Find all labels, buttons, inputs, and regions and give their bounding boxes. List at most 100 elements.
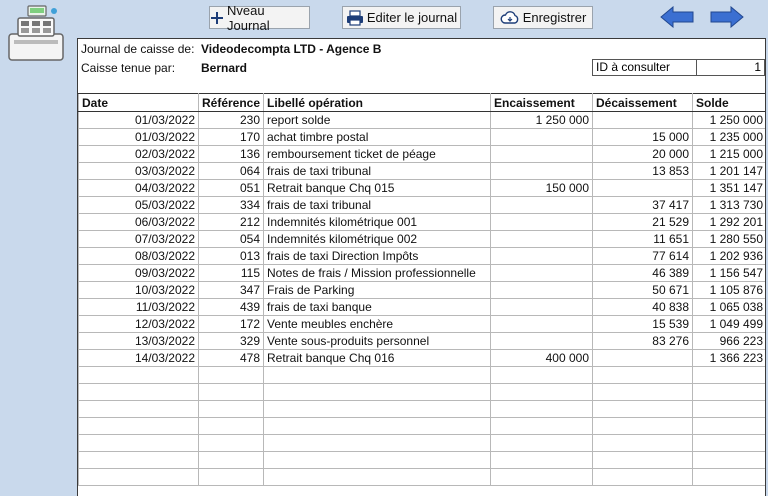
date-cell[interactable]: 06/03/2022 [78, 213, 199, 231]
date-cell[interactable]: 05/03/2022 [78, 196, 199, 214]
receipt-cell[interactable] [490, 298, 593, 316]
balance-cell[interactable]: 966 223 [692, 332, 765, 350]
date-cell[interactable] [78, 451, 199, 469]
reference-cell[interactable]: 013 [198, 247, 264, 265]
disbursement-cell[interactable] [592, 400, 693, 418]
receipt-cell[interactable] [490, 196, 593, 214]
label-cell[interactable]: remboursement ticket de péage [263, 145, 491, 163]
reference-cell[interactable]: 170 [198, 128, 264, 146]
receipt-cell[interactable]: 400 000 [490, 349, 593, 367]
reference-cell[interactable]: 064 [198, 162, 264, 180]
balance-cell[interactable] [692, 451, 765, 469]
balance-cell[interactable]: 1 250 000 [692, 111, 765, 129]
label-cell[interactable]: Vente sous-produits personnel [263, 332, 491, 350]
receipt-cell[interactable] [490, 145, 593, 163]
label-cell[interactable]: frais de taxi banque [263, 298, 491, 316]
balance-cell[interactable]: 1 292 201 [692, 213, 765, 231]
receipt-cell[interactable] [490, 417, 593, 435]
balance-cell[interactable]: 1 351 147 [692, 179, 765, 197]
disbursement-cell[interactable]: 50 671 [592, 281, 693, 299]
label-cell[interactable] [263, 417, 491, 435]
label-cell[interactable]: Retrait banque Chq 015 [263, 179, 491, 197]
balance-cell[interactable]: 1 215 000 [692, 145, 765, 163]
balance-cell[interactable]: 1 105 876 [692, 281, 765, 299]
balance-cell[interactable]: 1 366 223 [692, 349, 765, 367]
date-cell[interactable]: 09/03/2022 [78, 264, 199, 282]
reference-cell[interactable] [198, 451, 264, 469]
label-cell[interactable]: frais de taxi tribunal [263, 196, 491, 214]
balance-cell[interactable]: 1 065 038 [692, 298, 765, 316]
id-lookup-input[interactable]: 1 [697, 60, 764, 75]
date-cell[interactable]: 01/03/2022 [78, 128, 199, 146]
balance-cell[interactable]: 1 049 499 [692, 315, 765, 333]
label-cell[interactable]: Notes de frais / Mission professionnelle [263, 264, 491, 282]
label-cell[interactable]: achat timbre postal [263, 128, 491, 146]
disbursement-cell[interactable]: 20 000 [592, 145, 693, 163]
date-cell[interactable]: 04/03/2022 [78, 179, 199, 197]
disbursement-cell[interactable] [592, 434, 693, 452]
date-cell[interactable] [78, 383, 199, 401]
label-cell[interactable] [263, 468, 491, 486]
date-cell[interactable]: 02/03/2022 [78, 145, 199, 163]
new-journal-button[interactable]: Nveau Journal [209, 3, 310, 33]
label-cell[interactable]: frais de taxi tribunal [263, 162, 491, 180]
label-cell[interactable]: Frais de Parking [263, 281, 491, 299]
balance-cell[interactable] [692, 383, 765, 401]
reference-cell[interactable] [198, 400, 264, 418]
label-cell[interactable]: Retrait banque Chq 016 [263, 349, 491, 367]
disbursement-cell[interactable] [592, 451, 693, 469]
receipt-cell[interactable] [490, 230, 593, 248]
disbursement-cell[interactable]: 11 651 [592, 230, 693, 248]
balance-cell[interactable]: 1 280 550 [692, 230, 765, 248]
balance-cell[interactable] [692, 400, 765, 418]
label-cell[interactable] [263, 451, 491, 469]
receipt-cell[interactable] [490, 264, 593, 282]
edit-journal-button[interactable]: Editer le journal [342, 6, 461, 29]
reference-cell[interactable] [198, 417, 264, 435]
date-cell[interactable]: 12/03/2022 [78, 315, 199, 333]
reference-cell[interactable]: 212 [198, 213, 264, 231]
receipt-cell[interactable] [490, 434, 593, 452]
reference-cell[interactable]: 172 [198, 315, 264, 333]
label-cell[interactable] [263, 400, 491, 418]
disbursement-cell[interactable]: 77 614 [592, 247, 693, 265]
label-cell[interactable] [263, 383, 491, 401]
reference-cell[interactable]: 115 [198, 264, 264, 282]
label-cell[interactable]: Indemnités kilométrique 002 [263, 230, 491, 248]
date-cell[interactable] [78, 366, 199, 384]
date-cell[interactable]: 10/03/2022 [78, 281, 199, 299]
reference-cell[interactable]: 230 [198, 111, 264, 129]
date-cell[interactable] [78, 434, 199, 452]
disbursement-cell[interactable]: 21 529 [592, 213, 693, 231]
disbursement-cell[interactable] [592, 383, 693, 401]
date-cell[interactable]: 11/03/2022 [78, 298, 199, 316]
reference-cell[interactable]: 051 [198, 179, 264, 197]
disbursement-cell[interactable] [592, 417, 693, 435]
receipt-cell[interactable] [490, 128, 593, 146]
disbursement-cell[interactable] [592, 366, 693, 384]
reference-cell[interactable]: 439 [198, 298, 264, 316]
label-cell[interactable] [263, 434, 491, 452]
date-cell[interactable]: 07/03/2022 [78, 230, 199, 248]
reference-cell[interactable] [198, 366, 264, 384]
disbursement-cell[interactable] [592, 468, 693, 486]
receipt-cell[interactable] [490, 400, 593, 418]
arrow-right-icon[interactable] [710, 6, 744, 28]
receipt-cell[interactable] [490, 247, 593, 265]
receipt-cell[interactable] [490, 468, 593, 486]
reference-cell[interactable]: 054 [198, 230, 264, 248]
label-cell[interactable]: Indemnités kilométrique 001 [263, 213, 491, 231]
balance-cell[interactable]: 1 313 730 [692, 196, 765, 214]
receipt-cell[interactable]: 150 000 [490, 179, 593, 197]
arrow-left-icon[interactable] [660, 6, 694, 28]
label-cell[interactable]: frais de taxi Direction Impôts [263, 247, 491, 265]
receipt-cell[interactable] [490, 332, 593, 350]
disbursement-cell[interactable]: 15 539 [592, 315, 693, 333]
date-cell[interactable]: 03/03/2022 [78, 162, 199, 180]
receipt-cell[interactable] [490, 281, 593, 299]
date-cell[interactable] [78, 400, 199, 418]
balance-cell[interactable] [692, 468, 765, 486]
disbursement-cell[interactable]: 37 417 [592, 196, 693, 214]
disbursement-cell[interactable] [592, 179, 693, 197]
reference-cell[interactable] [198, 468, 264, 486]
